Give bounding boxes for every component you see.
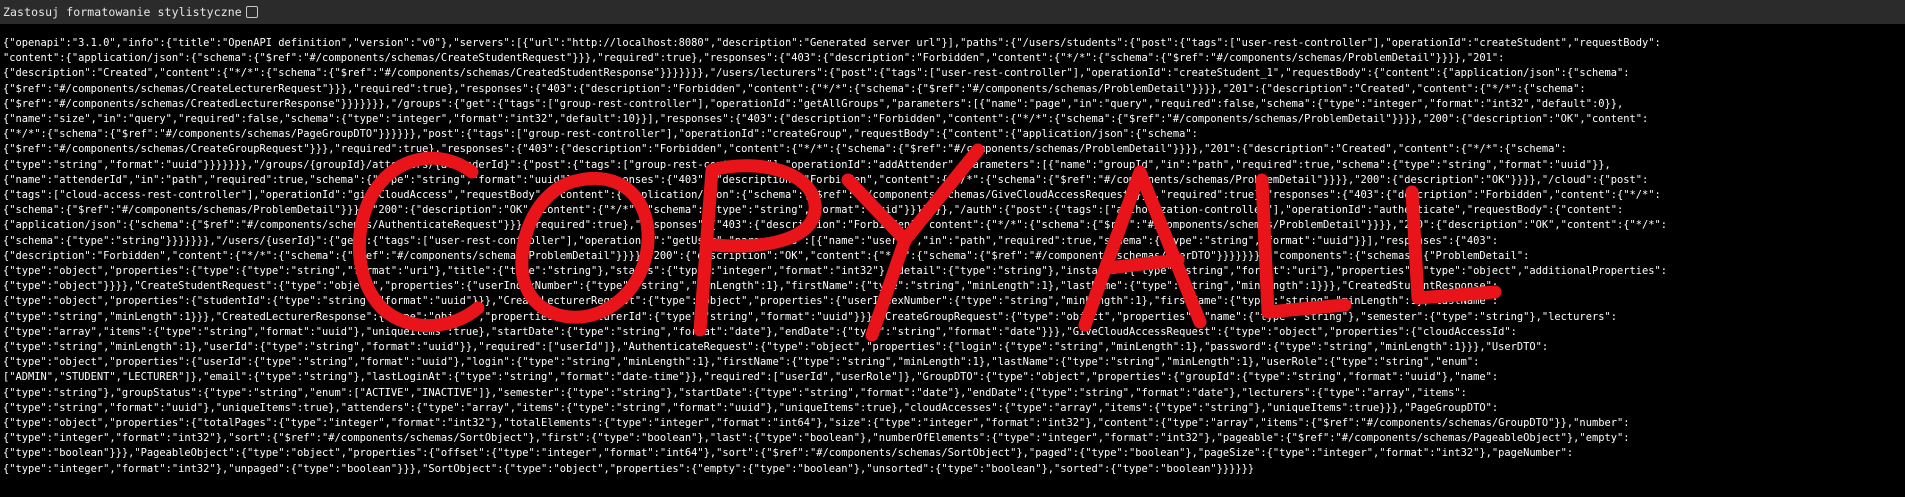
json-line: {"description":"Created","content":{"*/*… bbox=[3, 67, 1630, 80]
json-line: {"type":"object","properties":{"userId":… bbox=[3, 356, 1480, 369]
json-line: {"type":"integer","format":"int32"},"sor… bbox=[3, 432, 1630, 445]
json-line: {"$ref":"#/components/schemas/CreateLect… bbox=[3, 82, 1586, 95]
json-line: {"name":"size","in":"query","required":f… bbox=[3, 113, 1649, 126]
json-line: {"type":"object","properties":{"type":{"… bbox=[3, 265, 1668, 278]
raw-json-text: {"openapi":"3.1.0","info":{"title":"Open… bbox=[3, 36, 1901, 477]
json-line: {"type":"object","properties":{"studentI… bbox=[3, 295, 1499, 308]
pretty-print-label[interactable]: Zastosuj formatowanie stylistyczne bbox=[3, 5, 242, 19]
json-line: {"type":"boolean"}}},"PageableObject":{"… bbox=[3, 447, 1574, 460]
json-line: {"type":"array","items":{"type":"string"… bbox=[3, 325, 1517, 338]
json-line: {"type":"object","properties":{"totalPag… bbox=[3, 417, 1630, 430]
json-line: ["ADMIN","STUDENT","LECTURER"]},"email":… bbox=[3, 371, 1499, 384]
json-line: {"type":"string"},"groupStatus":{"type":… bbox=[3, 386, 1467, 399]
json-line: {"$ref":"#/components/schemas/CreateGrou… bbox=[3, 143, 1567, 156]
json-line: {"type":"string","format":"uuid"}}}}}}},… bbox=[3, 158, 1611, 171]
json-line: {"*/*":{"schema":{"$ref":"#/components/s… bbox=[3, 128, 1198, 141]
json-line: {"type":"string","format":"uuid"},"uniqu… bbox=[3, 401, 1499, 414]
json-line: {"name":"attenderId","in":"path","requir… bbox=[3, 173, 1649, 186]
json-line: {"schema":{"$ref":"#/components/schemas/… bbox=[3, 204, 1624, 217]
json-line: {"type":"string","minLength":1},"userId"… bbox=[3, 341, 1549, 354]
json-line: {"schema":{"type":"string"}}}}}}},"/user… bbox=[3, 234, 1499, 247]
json-line: {"type":"integer","format":"int32"},"unp… bbox=[3, 462, 1255, 475]
json-line: {"$ref":"#/components/schemas/CreatedLec… bbox=[3, 97, 1624, 110]
json-line: {"description":"Forbidden","content":{"*… bbox=[3, 249, 1530, 262]
json-line: {"type":"object"}}}},"CreateStudentReque… bbox=[3, 280, 1499, 293]
pretty-print-checkbox[interactable] bbox=[245, 6, 258, 18]
json-line: {"type":"string","minLength":1}}},"Creat… bbox=[3, 310, 1617, 323]
json-line: {"openapi":"3.1.0","info":{"title":"Open… bbox=[3, 37, 1661, 49]
json-line: {"application/json":{"schema":{"$ref":"#… bbox=[3, 219, 1668, 232]
json-line: "content":{"application/json":{"schema":… bbox=[3, 52, 1505, 65]
json-line: {"tags":["cloud-access-rest-controller"]… bbox=[3, 189, 1661, 202]
pretty-print-bar: Zastosuj formatowanie stylistyczne bbox=[0, 0, 1905, 24]
